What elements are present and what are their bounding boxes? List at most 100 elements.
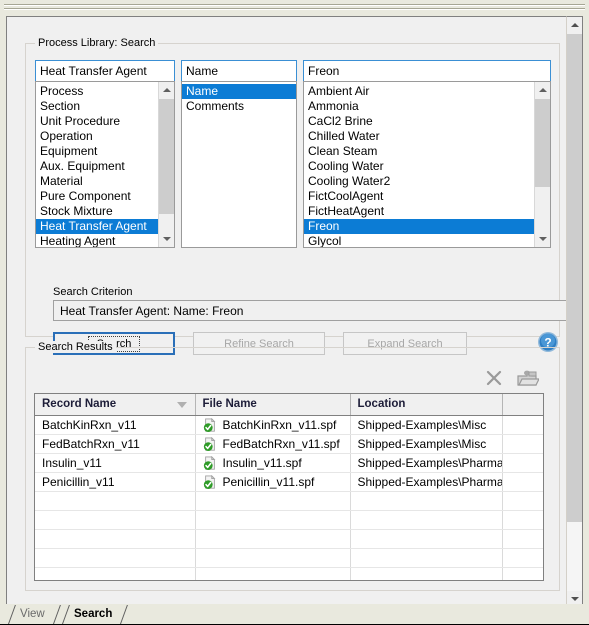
scrollbar-thumb[interactable] — [159, 99, 174, 214]
list-item[interactable]: Heating Agent — [36, 234, 159, 247]
cell-file-name: BatchKinRxn_v11.spf — [195, 415, 351, 435]
column-header-location[interactable]: Location — [350, 394, 503, 416]
column-header-file-name-label: File Name — [202, 398, 257, 411]
cell-empty — [35, 567, 196, 580]
field-column-header[interactable]: Name — [181, 60, 297, 82]
scrollbar-thumb[interactable] — [567, 34, 582, 522]
list-item[interactable]: FictHeatAgent — [304, 204, 535, 219]
list-item[interactable]: Ambient Air — [304, 84, 535, 99]
tab-view[interactable]: View — [8, 605, 62, 624]
panel-vertical-scrollbar[interactable] — [566, 16, 583, 608]
scroll-up-button[interactable] — [535, 82, 550, 98]
cell-empty — [195, 529, 351, 549]
list-item[interactable]: Cooling Water2 — [304, 174, 535, 189]
scroll-up-button[interactable] — [567, 17, 582, 33]
bottom-tabstrip: View Search — [0, 604, 589, 625]
table-row-empty[interactable] — [35, 491, 543, 511]
results-toolbar — [477, 365, 547, 391]
cell-record-name: BatchKinRxn_v11 — [35, 415, 196, 435]
cell-empty — [502, 491, 543, 511]
close-x-icon — [486, 370, 502, 386]
table-row[interactable]: Penicillin_v11 Penicillin_v11.spf Shippe… — [35, 472, 543, 492]
list-item[interactable]: FictCoolAgent — [304, 189, 535, 204]
list-item[interactable]: Cooling Water — [304, 159, 535, 174]
list-item[interactable]: Section — [36, 99, 159, 114]
cell-empty — [195, 567, 351, 580]
sort-descending-icon — [176, 402, 187, 408]
scrollbar-track[interactable] — [567, 522, 582, 591]
column-header-record-name[interactable]: Record Name — [35, 394, 196, 416]
category-list-scrollbar[interactable] — [158, 82, 174, 247]
list-item[interactable]: Glycol — [304, 234, 535, 247]
spf-file-icon — [203, 436, 215, 451]
list-item[interactable]: CaCl2 Brine — [304, 114, 535, 129]
list-item[interactable]: Pure Component — [36, 189, 159, 204]
cell-empty — [35, 491, 196, 511]
table-row[interactable]: FedBatchRxn_v11 FedBatchRxn_v11.spf Ship… — [35, 434, 543, 454]
process-library-search-panel: Process Library: Search Heat Transfer Ag… — [0, 0, 589, 625]
list-item[interactable]: Stock Mixture — [36, 204, 159, 219]
cell-empty — [502, 510, 543, 530]
list-item[interactable]: Unit Procedure — [36, 114, 159, 129]
scrollbar-thumb[interactable] — [535, 99, 550, 187]
table-row[interactable]: BatchKinRxn_v11 BatchKinRxn_v11.spf Ship… — [35, 415, 543, 435]
cell-location: Shipped-Examples\Pharmaceu... — [350, 472, 503, 492]
list-item-selected[interactable]: Heat Transfer Agent — [36, 219, 159, 234]
table-row-empty[interactable] — [35, 529, 543, 549]
cell-file-name: FedBatchRxn_v11.spf — [195, 434, 351, 454]
column-header-file-name[interactable]: File Name — [195, 394, 351, 416]
list-item[interactable]: Comments — [182, 99, 296, 114]
results-group-legend: Search Results — [35, 341, 116, 353]
scroll-up-button[interactable] — [159, 82, 174, 98]
list-item[interactable]: Material — [36, 174, 159, 189]
tab-search[interactable]: Search — [62, 605, 130, 624]
list-item[interactable]: Ammonia — [304, 99, 535, 114]
list-item[interactable]: Aux. Equipment — [36, 159, 159, 174]
list-item-selected[interactable]: Freon — [304, 219, 535, 234]
file-name-cell-content: FedBatchRxn_v11.spf — [203, 435, 350, 453]
table-row-empty[interactable] — [35, 548, 543, 568]
cell-extra — [502, 453, 543, 473]
list-item-selected[interactable]: Name — [182, 84, 296, 99]
value-listbox[interactable]: Ambient Air Ammonia CaCl2 Brine Chilled … — [303, 81, 551, 248]
cell-empty — [195, 510, 351, 530]
scroll-down-button[interactable] — [159, 231, 174, 247]
value-list-scrollbar[interactable] — [534, 82, 550, 247]
cell-empty — [350, 567, 503, 580]
delete-icon[interactable] — [485, 369, 503, 387]
list-item[interactable]: Operation — [36, 129, 159, 144]
cell-empty — [502, 567, 543, 580]
column-header-record-name-label: Record Name — [42, 398, 117, 411]
results-header-row: Record Name File Name Location — [35, 394, 543, 416]
category-column-header[interactable]: Heat Transfer Agent — [35, 60, 175, 82]
spf-file-icon — [203, 417, 215, 432]
value-column-header[interactable]: Freon — [303, 60, 551, 82]
list-item[interactable]: Clean Steam — [304, 144, 535, 159]
chevron-down-icon — [538, 237, 547, 241]
cell-record-name: Penicillin_v11 — [35, 472, 196, 492]
scroll-down-button[interactable] — [535, 231, 550, 247]
client-panel: Process Library: Search Heat Transfer Ag… — [6, 16, 583, 608]
top-splitter-bar[interactable] — [4, 3, 585, 13]
splitter-line — [4, 4, 585, 6]
category-listbox[interactable]: Process Section Unit Procedure Operation… — [35, 81, 175, 248]
list-item[interactable]: Equipment — [36, 144, 159, 159]
search-results-table[interactable]: Record Name File Name Location BatchKinR… — [34, 393, 544, 581]
list-item[interactable]: Process — [36, 84, 159, 99]
spf-file-icon — [203, 474, 215, 489]
chevron-up-icon — [570, 23, 579, 27]
column-header-extra[interactable] — [502, 394, 543, 416]
open-folder-icon[interactable] — [515, 367, 540, 389]
search-criterion-label: Search Criterion — [53, 286, 133, 298]
table-row-empty[interactable] — [35, 510, 543, 530]
file-name-text: FedBatchRxn_v11.spf — [222, 436, 340, 451]
field-listbox[interactable]: Name Comments — [181, 81, 297, 248]
list-item[interactable]: Chilled Water — [304, 129, 535, 144]
search-group-legend: Process Library: Search — [35, 37, 159, 49]
open-folder-glyph — [517, 370, 540, 386]
table-row[interactable]: Insulin_v11 Insulin_v11.spf Shipped-Exam… — [35, 453, 543, 473]
table-row-empty[interactable] — [35, 567, 543, 580]
spf-file-icon — [203, 455, 215, 470]
cell-empty — [35, 548, 196, 568]
file-name-cell-content: Insulin_v11.spf — [203, 454, 350, 472]
